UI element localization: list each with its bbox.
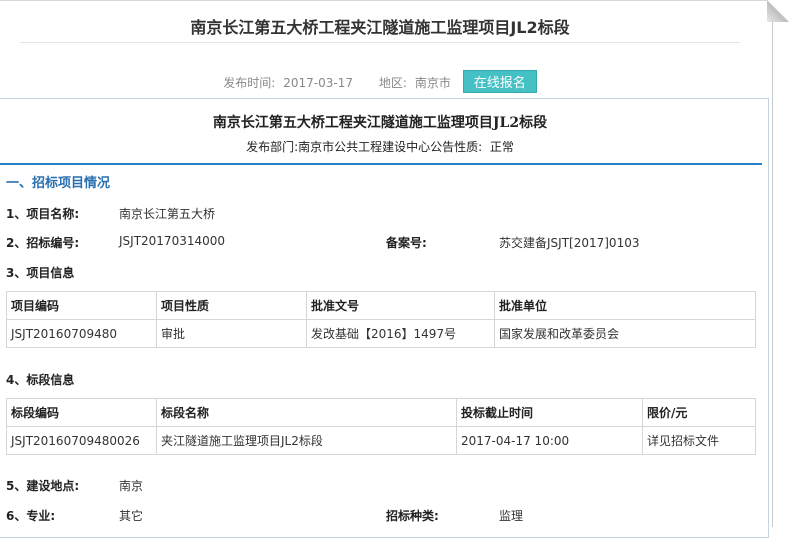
document-subtitle: 发布部门:南京市公共工程建设中心公告性质: 正常: [0, 138, 760, 155]
online-signup-button[interactable]: 在线报名: [462, 70, 537, 93]
page-title: 南京长江第五大桥工程夹江隧道施工监理项目JL2标段: [190, 18, 570, 37]
project-name-label: 1、项目名称:: [6, 207, 80, 221]
table-cell: JSJT20160709480026: [6, 426, 157, 455]
project-info-label: 3、项目信息: [6, 266, 75, 280]
region-label: 地区:: [378, 76, 407, 90]
publish-time: 2017-03-17: [283, 76, 354, 90]
table-cell: 夹江隧道施工监理项目JL2标段: [156, 426, 457, 455]
table-header-cell: 标段名称: [156, 398, 457, 427]
project-info-table: 项目编码 项目性质 批准文号 批准单位 JSJT20160709480 审批 发…: [6, 291, 756, 348]
major-row: 6、专业:: [6, 507, 55, 524]
table-header-cell: 标段编码: [6, 398, 157, 427]
tender-no-label: 2、招标编号:: [6, 236, 80, 250]
table-header-row: 标段编码 标段名称 投标截止时间 限价/元: [6, 398, 756, 427]
major-value: 其它: [119, 509, 144, 523]
department-label: 发布部门:: [246, 140, 299, 154]
section-info-table: 标段编码 标段名称 投标截止时间 限价/元 JSJT20160709480026…: [6, 398, 756, 455]
document-title: 南京长江第五大桥工程夹江隧道施工监理项目JL2标段: [212, 115, 548, 131]
table-cell: 国家发展和改革委员会: [494, 319, 756, 348]
tender-no-value: JSJT20170314000: [119, 234, 226, 248]
location-value: 南京: [119, 479, 144, 493]
record-no-label: 备案号:: [386, 236, 427, 250]
table-header-cell: 批准文号: [306, 291, 495, 320]
page-curl-decoration: [767, 0, 789, 22]
location-label: 5、建设地点:: [6, 479, 80, 493]
table-row: JSJT20160709480026 夹江隧道施工监理项目JL2标段 2017-…: [6, 426, 756, 455]
table-header-cell: 投标截止时间: [456, 398, 643, 427]
title-divider: [20, 42, 740, 43]
project-name-value: 南京长江第五大桥: [119, 207, 216, 221]
department-value: 南京市公共工程建设中心: [298, 140, 431, 154]
table-header-row: 项目编码 项目性质 批准文号 批准单位: [6, 291, 756, 320]
section-heading: 一、招标项目情况: [0, 163, 762, 191]
record-no-value: 苏交建备JSJT[2017]0103: [499, 236, 640, 250]
meta-row: 发布时间: 2017-03-17 地区: 南京市 在线报名: [0, 70, 760, 93]
section-info-heading: 4、标段信息: [6, 371, 74, 388]
major-label: 6、专业:: [6, 509, 56, 523]
project-info-heading: 3、项目信息: [6, 264, 74, 281]
table-cell[interactable]: 详见招标文件: [642, 426, 756, 455]
region-value: 南京市: [414, 76, 451, 90]
nature-label: 公告性质:: [430, 140, 483, 154]
table-row: JSJT20160709480 审批 发改基础【2016】1497号 国家发展和…: [6, 319, 756, 348]
tender-type-value: 监理: [499, 509, 524, 523]
table-cell: 发改基础【2016】1497号: [306, 319, 495, 348]
table-header-cell: 项目编码: [6, 291, 157, 320]
table-header-cell: 批准单位: [494, 291, 756, 320]
table-cell: JSJT20160709480: [6, 319, 157, 348]
tender-type-label: 招标种类:: [386, 509, 439, 523]
location-row: 5、建设地点:: [6, 477, 79, 494]
section-info-label: 4、标段信息: [6, 373, 75, 387]
table-cell: 2017-04-17 10:00: [456, 426, 643, 455]
table-cell: 审批: [156, 319, 307, 348]
publish-time-label: 发布时间:: [223, 76, 276, 90]
nature-value: 正常: [489, 140, 514, 154]
project-name-row: 1、项目名称:: [6, 205, 79, 222]
table-header-cell: 项目性质: [156, 291, 307, 320]
table-header-cell: 限价/元: [642, 398, 756, 427]
tender-no-row: 2、招标编号:: [6, 234, 79, 251]
